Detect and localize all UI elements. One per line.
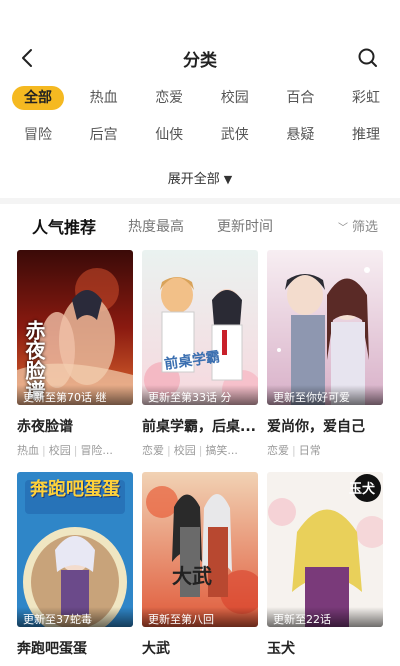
comic-update-caption: 更新至22话 (267, 607, 383, 627)
category-tag[interactable]: 冒险 (12, 123, 64, 147)
category-tag[interactable]: 彩虹 (340, 86, 392, 110)
comic-card[interactable]: 赤夜脸谱 更新至第70话 继 赤夜脸谱 热血 | 校园 | 冒险... (17, 250, 133, 462)
comic-title[interactable]: 奔跑吧蛋蛋 (17, 638, 133, 658)
comic-tags: 热血 | 校园 | 冒险... (17, 444, 113, 457)
filter-label: 筛选 (351, 220, 378, 235)
category-tag[interactable]: 校园 (209, 86, 261, 110)
chevron-down-icon: ﹀ (337, 223, 348, 234)
comic-cover[interactable]: 前桌学霸 更新至第33话 分 (142, 250, 258, 405)
section-divider (0, 198, 400, 204)
comic-tags: 恋爱 | 校园 | 搞笑... (142, 444, 238, 457)
comic-card[interactable]: 奔跑吧蛋蛋 更新至37蛇毒 奔跑吧蛋蛋 (17, 472, 133, 666)
category-tag[interactable]: 热血 (78, 86, 130, 110)
comic-tag: 校园 (48, 444, 71, 457)
comic-cover[interactable]: 玉犬 更新至22话 (267, 472, 383, 627)
cover-title-art: 奔跑吧蛋蛋 (30, 479, 120, 500)
comic-title[interactable]: 爱尚你，爱自己 (267, 416, 383, 436)
category-tag[interactable]: 仙侠 (143, 123, 195, 147)
comic-update-caption: 更新至第33话 分 (142, 385, 258, 405)
page-title: 分类 (183, 51, 217, 71)
comic-card[interactable]: 玉犬 更新至22话 玉犬 (267, 472, 383, 666)
comic-card[interactable]: 前桌学霸 更新至第33话 分 前桌学霸，后桌... 恋爱 | 校园 | 搞笑... (142, 250, 258, 462)
comic-tag: 恋爱 (142, 444, 164, 457)
comic-tag: 校园 (173, 444, 196, 457)
comic-title[interactable]: 赤夜脸谱 (17, 416, 133, 436)
comic-title[interactable]: 大武 (142, 638, 258, 658)
comic-cover[interactable]: 赤夜脸谱 更新至第70话 继 (17, 250, 133, 405)
category-tag[interactable]: 后宫 (78, 123, 130, 147)
comic-card[interactable]: 大武 更新至第八回 大武 (142, 472, 258, 666)
cover-title-art: 大武 (172, 564, 212, 588)
category-tag[interactable]: 武侠 (209, 123, 261, 147)
search-icon[interactable] (354, 44, 382, 72)
comic-tags: 恋爱 | 日常 (267, 444, 321, 457)
top-bar: 分类 (0, 38, 400, 78)
comic-tag: 日常 (298, 444, 321, 457)
cover-title-art: 玉犬 (348, 482, 375, 497)
comic-title[interactable]: 玉犬 (267, 638, 383, 658)
sort-bar: 人气推荐 热度最高 更新时间 ﹀ 筛选 (0, 210, 400, 240)
category-row-2: 冒险 后宫 仙侠 武侠 悬疑 推理 (12, 123, 392, 149)
comic-tag: 冒险... (80, 444, 113, 457)
expand-all-button[interactable]: 展开全部 ▼ (0, 168, 400, 187)
tab-hottest[interactable]: 热度最高 (128, 216, 184, 236)
filter-button[interactable]: ﹀ 筛选 (338, 216, 378, 235)
comic-tag: 热血 (17, 444, 39, 457)
category-row-1: 全部 热血 恋爱 校园 百合 彩虹 (12, 86, 392, 112)
comic-card[interactable]: 更新至你好可爱 爱尚你，爱自己 恋爱 | 日常 (267, 250, 383, 462)
comic-update-caption: 更新至你好可爱 (267, 385, 383, 405)
category-tag[interactable]: 百合 (274, 86, 326, 110)
comic-cover[interactable]: 奔跑吧蛋蛋 更新至37蛇毒 (17, 472, 133, 627)
category-tag[interactable]: 推理 (340, 123, 392, 147)
comic-grid: 赤夜脸谱 更新至第70话 继 赤夜脸谱 热血 | 校园 | 冒险... 前桌学霸… (17, 250, 383, 666)
comic-update-caption: 更新至37蛇毒 (17, 607, 133, 627)
comic-tag: 恋爱 (267, 444, 289, 457)
tab-popular[interactable]: 人气推荐 (32, 214, 96, 238)
comic-update-caption: 更新至第70话 继 (17, 385, 133, 405)
category-tag[interactable]: 恋爱 (143, 86, 195, 110)
comic-title[interactable]: 前桌学霸，后桌... (142, 416, 258, 436)
category-tag[interactable]: 悬疑 (274, 123, 326, 147)
triangle-down-icon: ▼ (223, 173, 233, 186)
category-tag-all[interactable]: 全部 (12, 86, 64, 110)
category-tags: 全部 热血 恋爱 校园 百合 彩虹 冒险 后宫 仙侠 武侠 悬疑 推理 (12, 86, 392, 160)
comic-cover[interactable]: 更新至你好可爱 (267, 250, 383, 405)
comic-cover[interactable]: 大武 更新至第八回 (142, 472, 258, 627)
tab-updated[interactable]: 更新时间 (217, 216, 273, 236)
comic-update-caption: 更新至第八回 (142, 607, 258, 627)
comic-tag: 搞笑... (205, 444, 238, 457)
expand-all-label: 展开全部 (167, 172, 220, 187)
